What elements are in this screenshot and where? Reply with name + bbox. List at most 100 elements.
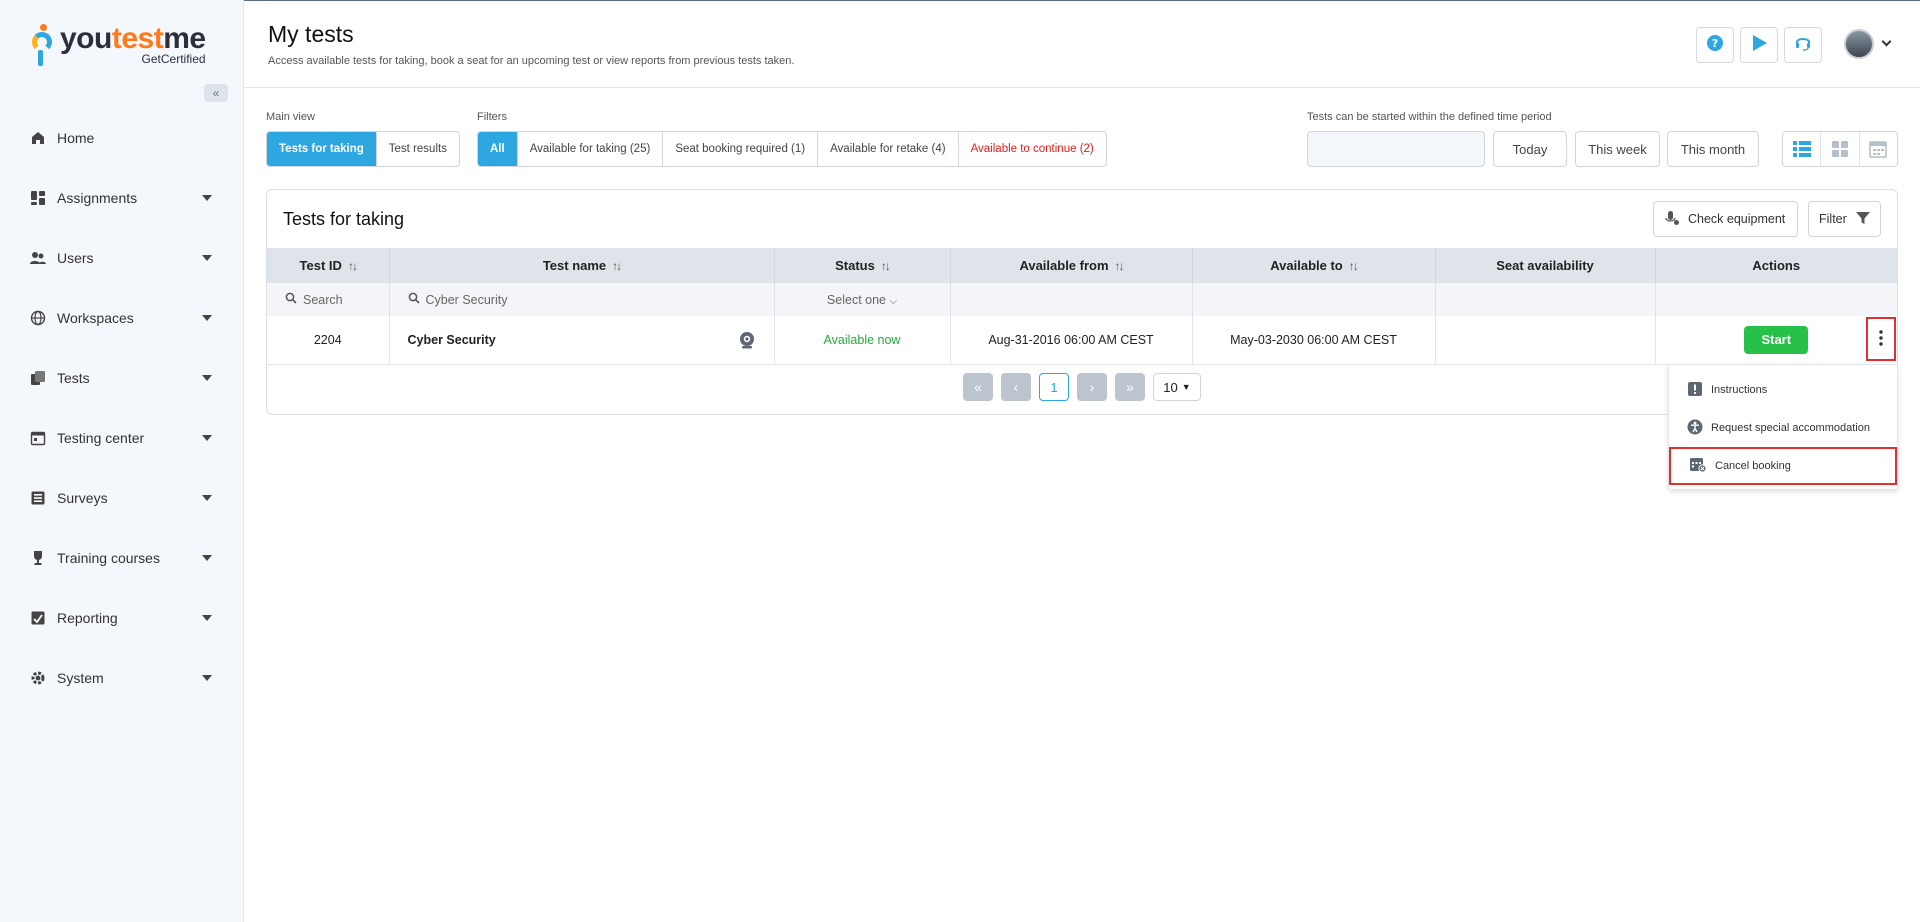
- prev-page-button[interactable]: ‹: [1001, 373, 1031, 401]
- filter-available-to-continue[interactable]: Available to continue (2): [959, 132, 1106, 166]
- filter-available-for-retake[interactable]: Available for retake (4): [818, 132, 959, 166]
- collapse-sidebar-button[interactable]: «: [204, 84, 228, 102]
- chevron-down-icon[interactable]: [1881, 36, 1892, 47]
- test-name-search-value: Cyber Security: [425, 292, 508, 307]
- sort-icon[interactable]: ↑↓: [1349, 259, 1359, 273]
- col-test-name[interactable]: Test name ↑↓: [389, 248, 775, 283]
- logo-mark-icon: [30, 22, 58, 68]
- menu-item-request-accommodation[interactable]: Request special accommodation: [1669, 409, 1897, 447]
- available-from-filter: [950, 283, 1193, 316]
- date-range-input[interactable]: [1307, 131, 1485, 167]
- sort-icon[interactable]: ↑↓: [612, 259, 622, 273]
- webcam-icon: [738, 331, 756, 352]
- sidebar-item-testing-center[interactable]: Testing center: [0, 408, 244, 468]
- filter-available-for-taking[interactable]: Available for taking (25): [518, 132, 664, 166]
- gear-icon: [30, 670, 46, 686]
- reporting-icon: [30, 610, 46, 626]
- chevron-down-icon: [202, 435, 212, 441]
- menu-item-label: Cancel booking: [1715, 460, 1791, 472]
- table-header-row: Test ID ↑↓ Test name ↑↓ Status ↑↓ Available…: [267, 248, 1897, 283]
- available-to-cell: May-03-2030 06:00 AM CEST: [1192, 316, 1436, 365]
- sidebar-item-label: Surveys: [57, 490, 108, 506]
- first-page-button[interactable]: «: [963, 373, 993, 401]
- col-test-id[interactable]: Test ID ↑↓: [267, 248, 390, 283]
- double-chevron-left-icon: «: [974, 379, 982, 395]
- sort-icon[interactable]: ↑↓: [348, 259, 358, 273]
- col-available-from[interactable]: Available from ↑↓: [950, 248, 1193, 283]
- brand-logo[interactable]: youtestme GetCertified: [30, 22, 206, 68]
- page-title: My tests: [268, 21, 354, 47]
- play-tutorial-button[interactable]: [1740, 27, 1778, 63]
- microphone-settings-icon: [1664, 210, 1680, 229]
- sidebar-item-assignments[interactable]: Assignments: [0, 168, 244, 228]
- chevron-down-icon: [202, 555, 212, 561]
- today-button[interactable]: Today: [1493, 131, 1567, 167]
- filter-seat-booking-required[interactable]: Seat booking required (1): [663, 132, 819, 166]
- assignments-icon: [30, 190, 46, 206]
- test-id-filter[interactable]: Search: [267, 283, 390, 316]
- list-view-icon: [1792, 141, 1811, 157]
- tab-test-results[interactable]: Test results: [377, 132, 459, 166]
- seat-filter: [1435, 283, 1656, 316]
- page-number-button[interactable]: 1: [1039, 373, 1069, 401]
- status-filter-select[interactable]: Select one ⌵: [774, 283, 951, 316]
- pagination: « ‹ 1 › » 10 ▼: [267, 373, 1897, 401]
- tests-card: Tests for taking Check equipment Filter …: [266, 189, 1898, 415]
- sidebar: youtestme GetCertified « Home Assignment…: [0, 0, 244, 922]
- user-avatar[interactable]: [1844, 29, 1874, 59]
- available-from-cell: Aug-31-2016 06:00 AM CEST: [950, 316, 1193, 365]
- seat-availability-cell: [1435, 316, 1656, 365]
- grid-view-button[interactable]: [1821, 132, 1860, 166]
- actions-cell: Start: [1655, 316, 1897, 365]
- chevron-down-icon: [202, 375, 212, 381]
- search-icon: [285, 292, 297, 307]
- col-available-to[interactable]: Available to ↑↓: [1192, 248, 1436, 283]
- sort-icon[interactable]: ↑↓: [1115, 259, 1125, 273]
- tab-tests-for-taking[interactable]: Tests for taking: [267, 132, 377, 166]
- last-page-button[interactable]: »: [1115, 373, 1145, 401]
- filter-all[interactable]: All: [478, 132, 518, 166]
- filter-button[interactable]: Filter: [1808, 201, 1881, 237]
- sidebar-item-home[interactable]: Home: [0, 108, 244, 168]
- trophy-icon: [30, 550, 46, 566]
- sidebar-item-reporting[interactable]: Reporting: [0, 588, 244, 648]
- test-name-filter[interactable]: Cyber Security: [389, 283, 775, 316]
- card-title: Tests for taking: [283, 209, 405, 229]
- col-seat-availability: Seat availability: [1435, 248, 1656, 283]
- instructions-icon: [1687, 381, 1703, 400]
- sidebar-item-tests[interactable]: Tests: [0, 348, 244, 408]
- this-week-button[interactable]: This week: [1575, 131, 1660, 167]
- main-view-toggle: Tests for taking Test results: [266, 131, 460, 167]
- menu-item-cancel-booking[interactable]: Cancel booking: [1669, 447, 1897, 485]
- chevron-right-icon: ›: [1089, 379, 1095, 395]
- globe-icon: [30, 310, 46, 326]
- time-period-label: Tests can be started within the defined …: [1307, 111, 1552, 123]
- table-row: 2204 Cyber Security Available now Aug-31…: [267, 316, 1897, 365]
- play-icon: [1750, 34, 1768, 57]
- page-size-select[interactable]: 10 ▼: [1153, 373, 1201, 401]
- this-month-button[interactable]: This month: [1667, 131, 1759, 167]
- help-button[interactable]: ?: [1696, 27, 1734, 63]
- actions-dropdown-menu: Instructions Request special accommodati…: [1668, 364, 1898, 490]
- more-actions-button[interactable]: [1866, 317, 1896, 361]
- sidebar-nav: Home Assignments Users Workspaces Tests …: [0, 108, 244, 708]
- chevron-down-icon: [202, 615, 212, 621]
- start-button[interactable]: Start: [1744, 325, 1809, 354]
- calendar-view-button[interactable]: [1860, 132, 1897, 166]
- col-actions: Actions: [1655, 248, 1897, 283]
- support-button[interactable]: [1784, 27, 1822, 63]
- sidebar-item-workspaces[interactable]: Workspaces: [0, 288, 244, 348]
- sidebar-item-label: Reporting: [57, 610, 118, 626]
- list-view-button[interactable]: [1783, 132, 1822, 166]
- next-page-button[interactable]: ›: [1077, 373, 1107, 401]
- menu-item-instructions[interactable]: Instructions: [1669, 371, 1897, 409]
- sidebar-item-system[interactable]: System: [0, 648, 244, 708]
- col-status[interactable]: Status ↑↓: [774, 248, 951, 283]
- actions-filter: [1655, 283, 1897, 316]
- check-equipment-button[interactable]: Check equipment: [1653, 201, 1798, 237]
- kebab-menu-icon: [1879, 329, 1883, 349]
- sort-icon[interactable]: ↑↓: [881, 259, 891, 273]
- sidebar-item-training-courses[interactable]: Training courses: [0, 528, 244, 588]
- sidebar-item-users[interactable]: Users: [0, 228, 244, 288]
- sidebar-item-surveys[interactable]: Surveys: [0, 468, 244, 528]
